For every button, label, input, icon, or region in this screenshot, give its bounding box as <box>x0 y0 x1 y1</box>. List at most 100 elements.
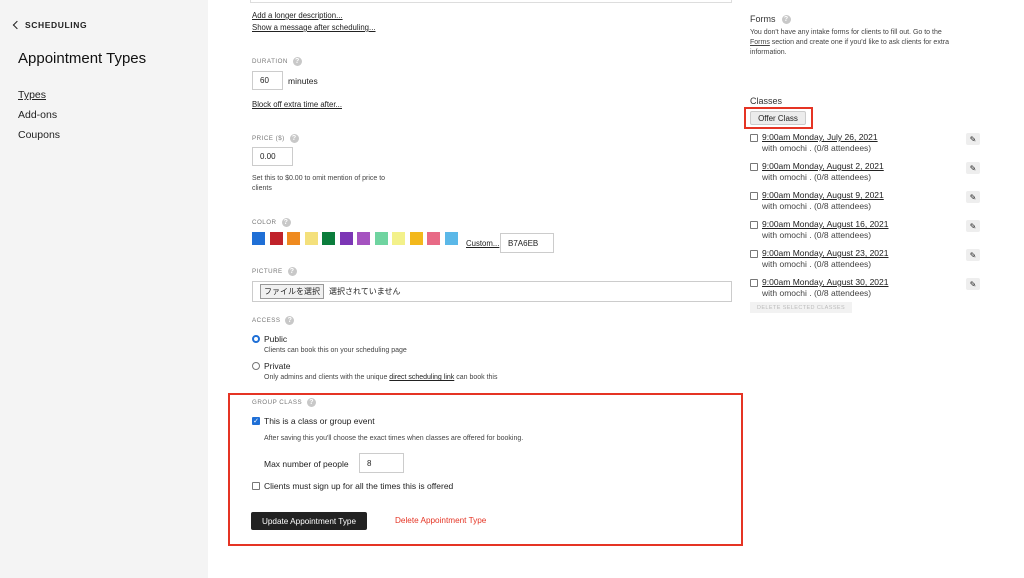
access-private-label: Private <box>264 361 291 371</box>
color-label-text: COLOR <box>252 219 277 226</box>
sidebar-nav: Types Add-ons Coupons <box>18 89 60 149</box>
add-longer-description-link[interactable]: Add a longer description... <box>252 11 343 20</box>
back-label: SCHEDULING <box>25 20 88 30</box>
chevron-left-icon <box>12 20 22 30</box>
help-icon[interactable]: ? <box>289 134 299 143</box>
class-date-link[interactable]: 9:00am Monday, August 30, 2021 <box>762 277 889 287</box>
edit-pencil-icon[interactable]: ✎ <box>966 133 980 145</box>
class-date-link[interactable]: 9:00am Monday, August 2, 2021 <box>762 161 884 171</box>
max-people-label: Max number of people <box>264 459 349 469</box>
class-attendees: with omochi . (0/8 attendees) <box>762 143 872 153</box>
color-swatch[interactable] <box>374 232 388 245</box>
access-label: ACCESS ? <box>252 316 295 325</box>
edit-pencil-icon[interactable]: ✎ <box>966 191 980 203</box>
class-date-link[interactable]: 9:00am Monday, July 26, 2021 <box>762 132 878 142</box>
color-swatch[interactable] <box>304 232 318 245</box>
edit-pencil-icon[interactable]: ✎ <box>966 220 980 232</box>
direct-scheduling-link[interactable]: direct scheduling link <box>389 374 454 381</box>
class-list-item: 9:00am Monday, July 26, 2021 with omochi … <box>750 132 980 156</box>
max-people-input[interactable]: 8 <box>359 453 404 473</box>
class-list-item: 9:00am Monday, August 16, 2021 with omoch… <box>750 219 980 243</box>
sidebar-item-coupons[interactable]: Coupons <box>18 129 60 141</box>
access-private-help: Only admins and clients with the unique … <box>264 373 497 383</box>
picture-label-text: PICTURE <box>252 268 283 275</box>
forms-text-line2: Forms section and create one if you'd li… <box>750 38 990 48</box>
sidebar-item-add-ons[interactable]: Add-ons <box>18 109 60 121</box>
class-date-link[interactable]: 9:00am Monday, August 16, 2021 <box>762 219 889 229</box>
group-class-label: GROUP CLASS ? <box>252 398 317 407</box>
custom-color-input[interactable]: B7A6EB <box>500 233 554 253</box>
class-checkbox[interactable] <box>750 221 758 229</box>
private-help-text-end: can book this <box>454 374 498 381</box>
edit-pencil-icon[interactable]: ✎ <box>966 278 980 290</box>
class-checkbox[interactable] <box>750 279 758 287</box>
price-help-text: Set this to $0.00 to omit mention of pri… <box>252 175 386 192</box>
access-public-help: Clients can book this on your scheduling… <box>264 347 407 354</box>
price-input[interactable]: 0.00 <box>252 147 293 166</box>
edit-pencil-icon[interactable]: ✎ <box>966 249 980 261</box>
color-label: COLOR ? <box>252 218 291 227</box>
class-attendees: with omochi . (0/8 attendees) <box>762 288 872 298</box>
all-times-checkbox[interactable] <box>252 482 260 490</box>
forms-description: You don't have any intake forms for clie… <box>750 28 990 58</box>
help-icon[interactable]: ? <box>781 14 791 24</box>
back-to-scheduling-link[interactable]: SCHEDULING <box>12 20 88 30</box>
class-checkbox[interactable] <box>750 163 758 171</box>
forms-link[interactable]: Forms <box>750 39 770 46</box>
description-field[interactable] <box>250 0 732 3</box>
help-icon[interactable]: ? <box>281 218 291 227</box>
picture-file-input[interactable]: ファイルを選択 選択されていません <box>252 281 732 302</box>
color-swatch[interactable] <box>427 232 440 245</box>
help-icon[interactable]: ? <box>292 57 302 66</box>
group-class-label-text: GROUP CLASS <box>252 399 303 406</box>
color-swatch[interactable] <box>269 232 283 245</box>
class-checkbox[interactable] <box>750 250 758 258</box>
access-private-radio[interactable] <box>252 362 260 370</box>
color-swatch[interactable] <box>444 232 458 245</box>
forms-text-2: section and create one if you'd like to … <box>769 39 949 46</box>
class-list-item: 9:00am Monday, August 9, 2021 with omochi… <box>750 190 980 214</box>
price-label-text: PRICE ($) <box>252 135 285 142</box>
forms-text-line1: You don't have any intake forms for clie… <box>750 29 942 36</box>
choose-file-button[interactable]: ファイルを選択 <box>260 284 324 299</box>
color-swatch[interactable] <box>322 232 335 245</box>
class-attendees: with omochi . (0/8 attendees) <box>762 259 872 269</box>
class-checkbox[interactable] <box>750 134 758 142</box>
duration-input[interactable]: 60 <box>252 71 283 90</box>
classes-title: Classes <box>750 96 783 106</box>
custom-color-link[interactable]: Custom... <box>466 239 499 248</box>
picture-label: PICTURE ? <box>252 267 297 276</box>
block-off-time-link[interactable]: Block off extra time after... <box>252 100 342 109</box>
file-status: 選択されていません <box>329 287 401 296</box>
class-checkbox[interactable] <box>750 192 758 200</box>
duration-unit: minutes <box>288 76 318 86</box>
group-class-checkbox[interactable]: ✓ <box>252 417 260 425</box>
class-date-link[interactable]: 9:00am Monday, August 23, 2021 <box>762 248 889 258</box>
help-icon[interactable]: ? <box>285 316 295 325</box>
forms-title: Forms ? <box>750 14 791 24</box>
color-swatch[interactable] <box>339 232 353 245</box>
color-swatch[interactable] <box>252 232 265 245</box>
help-icon[interactable]: ? <box>307 398 317 407</box>
edit-pencil-icon[interactable]: ✎ <box>966 162 980 174</box>
access-public-radio[interactable] <box>252 335 260 343</box>
class-attendees: with omochi . (0/8 attendees) <box>762 230 872 240</box>
all-times-label: Clients must sign up for all the times t… <box>264 481 454 491</box>
sidebar-title: Appointment Types <box>18 50 147 67</box>
color-swatch[interactable] <box>287 232 300 245</box>
color-swatch[interactable] <box>357 232 370 245</box>
delete-appointment-type-link[interactable]: Delete Appointment Type <box>395 516 486 525</box>
show-message-after-link[interactable]: Show a message after scheduling... <box>252 23 376 32</box>
forms-title-text: Forms <box>750 14 776 24</box>
class-list-item: 9:00am Monday, August 30, 2021 with omoch… <box>750 277 980 301</box>
delete-selected-classes-button[interactable]: DELETE SELECTED CLASSES <box>750 302 852 313</box>
offer-class-button[interactable]: Offer Class <box>750 111 806 125</box>
color-swatch[interactable] <box>409 232 423 245</box>
class-date-link[interactable]: 9:00am Monday, August 9, 2021 <box>762 190 884 200</box>
private-help-text: Only admins and clients with the unique <box>264 374 390 381</box>
color-swatch[interactable] <box>392 232 405 245</box>
help-icon[interactable]: ? <box>287 267 297 276</box>
forms-text-line3: information. <box>750 49 787 56</box>
update-appointment-type-button[interactable]: Update Appointment Type <box>251 512 367 530</box>
sidebar-item-types[interactable]: Types <box>18 89 60 101</box>
